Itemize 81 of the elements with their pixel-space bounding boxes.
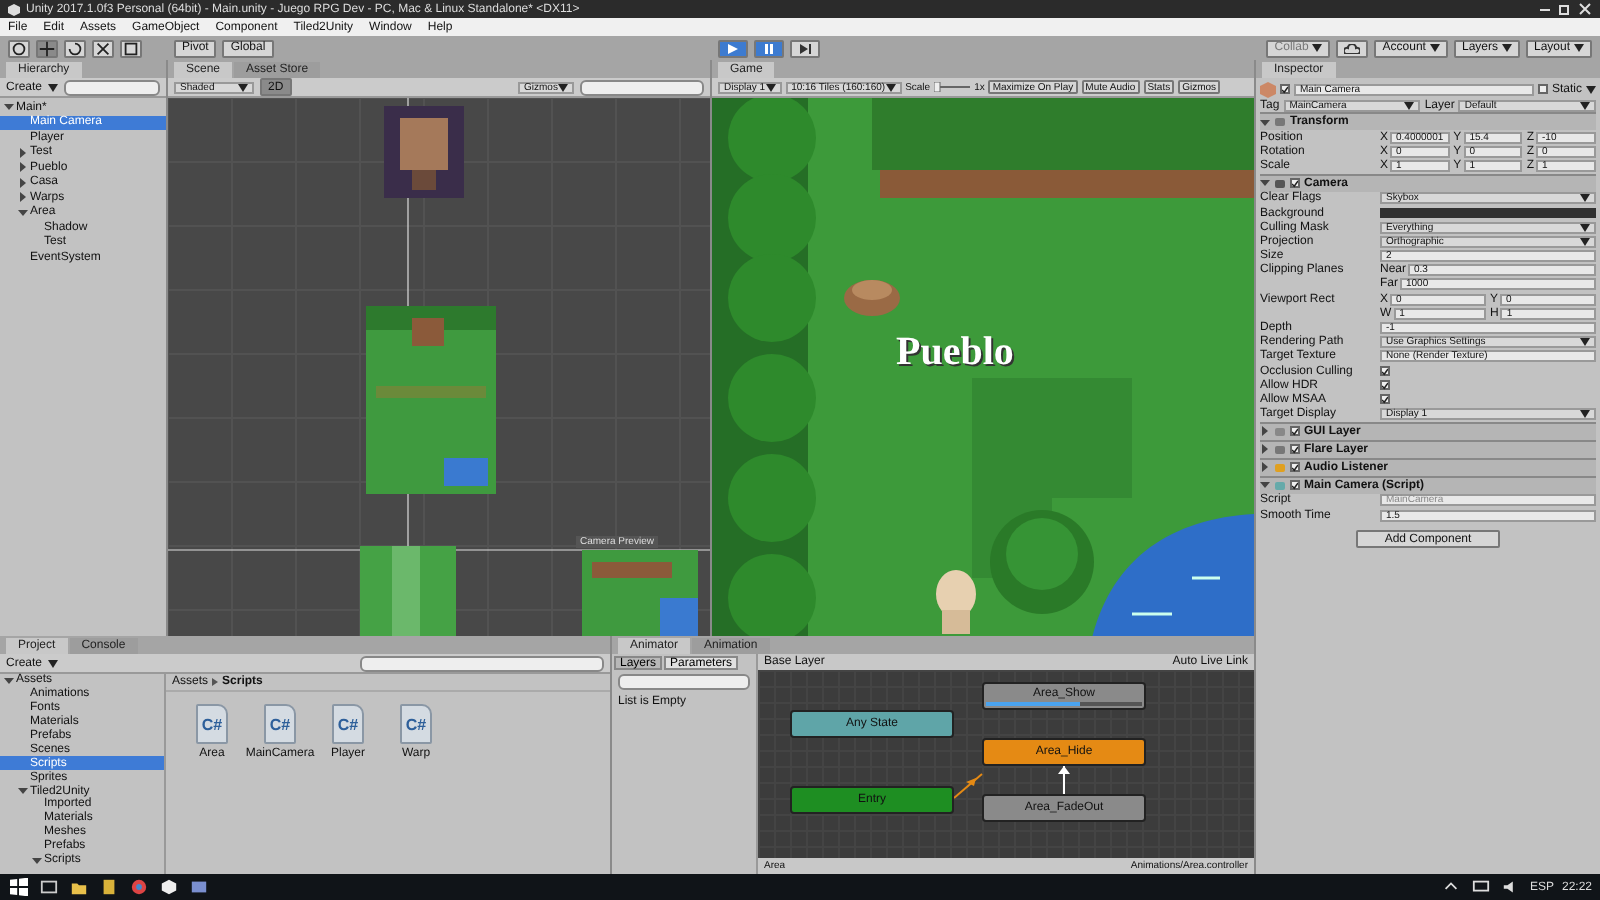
browser-icon[interactable] [128,878,150,896]
character-drawing [936,570,976,634]
caret-icon [765,83,776,91]
expanded-arrow-icon[interactable] [18,207,28,218]
expanded-arrow-icon[interactable] [4,675,14,686]
hand-tool-button[interactable] [8,39,30,57]
rotate-tool-button[interactable] [64,39,86,57]
caret-icon [48,659,59,667]
notes-icon[interactable] [98,878,120,896]
script-file-icon[interactable]: C# [264,704,296,744]
play-button[interactable] [718,39,749,57]
scale-tool-button[interactable] [92,39,114,57]
cloud-icon [1344,43,1361,53]
task-view-icon[interactable] [38,878,60,896]
script-file-icon[interactable]: C# [332,704,364,744]
component-checkbox[interactable] [1290,426,1300,437]
expanded-arrow-icon[interactable] [32,855,42,866]
start-icon[interactable] [8,878,30,896]
collapsed-arrow-icon[interactable] [18,147,28,158]
caret-icon [558,83,568,91]
chevron-icon [212,678,219,686]
window-icon[interactable] [188,878,210,896]
component-checkbox[interactable] [1290,462,1300,473]
tree-drawing [990,510,1094,614]
collapsed-arrow-icon[interactable] [1260,426,1270,437]
checkbox[interactable] [1380,366,1390,377]
move-tool-button[interactable] [36,39,58,57]
expanded-arrow-icon[interactable] [1260,117,1270,128]
cloud-button[interactable] [1336,39,1369,57]
step-button[interactable] [790,39,821,57]
caret-icon [885,83,896,91]
color-swatch[interactable] [1380,208,1596,219]
caret-icon [1429,44,1440,52]
caret-icon [1574,44,1585,52]
tilemap-drawing [360,546,456,636]
collapsed-arrow-icon[interactable] [18,162,28,173]
collapsed-arrow-icon[interactable] [18,177,28,188]
step-icon [799,43,812,53]
transition-arrow [1058,765,1070,795]
caret-icon [238,83,248,91]
component-icon [1274,177,1286,190]
collapsed-arrow-icon[interactable] [1260,444,1270,455]
collapsed-arrow-icon[interactable] [18,192,28,203]
transition-arrow [953,773,983,799]
play-icon [728,43,739,53]
static-checkbox[interactable] [1537,84,1548,94]
component-checkbox[interactable] [1290,480,1300,491]
component-checkbox[interactable] [1290,178,1300,189]
folder-icon[interactable] [68,878,90,896]
collapsed-arrow-icon[interactable] [1260,462,1270,473]
search-field[interactable] [618,674,750,690]
pause-button[interactable] [754,39,785,57]
script-file-icon[interactable]: C# [400,704,432,744]
expanded-arrow-icon[interactable] [1260,480,1270,491]
checkbox[interactable] [1380,394,1390,405]
area-title: Pueblo [896,330,1014,376]
search-field[interactable] [64,79,160,95]
caret-icon [48,83,59,91]
component-icon [1274,116,1286,129]
cube-icon[interactable] [158,878,180,896]
script-file-icon[interactable]: C# [196,704,228,744]
scale-slider[interactable] [934,82,971,92]
expanded-arrow-icon[interactable] [4,102,14,113]
active-checkbox[interactable] [1280,84,1290,94]
component-checkbox[interactable] [1290,444,1300,455]
stump-drawing [844,280,900,316]
slider-thumb[interactable] [934,82,941,92]
tilemap-drawing [384,106,464,198]
expanded-arrow-icon[interactable] [18,786,28,797]
rect-tool-button[interactable] [120,39,142,57]
caret-icon [1312,44,1323,52]
pause-icon [764,43,775,53]
camera-preview-drawing [582,550,698,636]
checkbox[interactable] [1380,380,1390,391]
restore-icon[interactable] [1558,2,1572,16]
expanded-arrow-icon[interactable] [1260,178,1270,189]
close-icon[interactable] [1578,2,1592,16]
search-field[interactable] [360,655,604,671]
network-icon[interactable] [1469,878,1492,896]
caret-icon [1502,44,1512,52]
search-field[interactable] [580,79,704,95]
